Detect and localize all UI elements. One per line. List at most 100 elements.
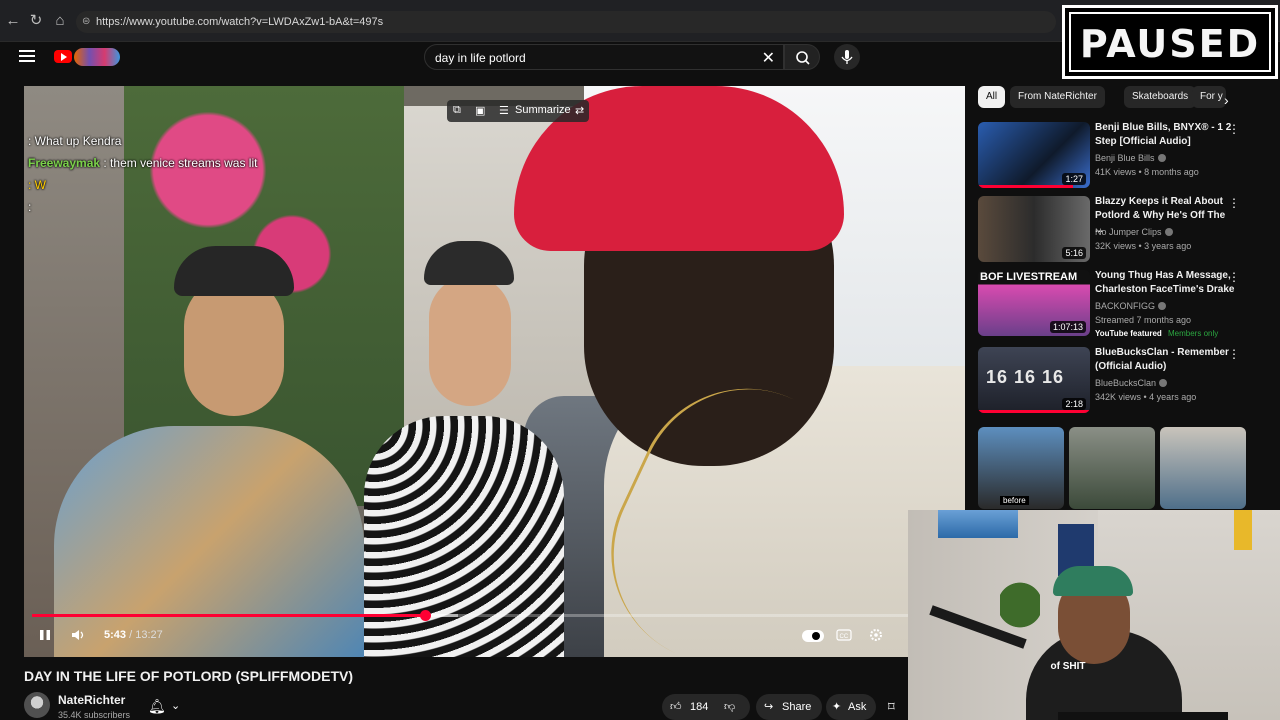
video-thumbnail[interactable]: 1:27 bbox=[978, 122, 1090, 188]
translate-icon[interactable]: ⇄ bbox=[575, 104, 584, 117]
like-count[interactable]: 184 bbox=[690, 694, 708, 720]
chip-all[interactable]: All bbox=[978, 86, 1006, 108]
search-button[interactable] bbox=[784, 44, 820, 70]
doodle-logo bbox=[74, 48, 120, 66]
paused-text: PAUSED bbox=[1079, 22, 1261, 66]
channel-label: No Jumper Clips bbox=[1095, 227, 1162, 237]
channel-label: BlueBucksClan bbox=[1095, 378, 1157, 388]
webcam-bottom-strip bbox=[1058, 712, 1228, 720]
address-bar[interactable]: ⊜ https://www.youtube.com/watch?v=LWDAxZ… bbox=[76, 11, 1056, 33]
wall-poster bbox=[938, 510, 1018, 538]
video-player[interactable]: : What up Kendra Freewaymak : them venic… bbox=[24, 86, 965, 657]
dislike-icon[interactable]: 👎︎ bbox=[724, 694, 735, 720]
duration-badge: 1:27 bbox=[1062, 173, 1086, 185]
recommended-video[interactable]: 5:16 Blazzy Keeps it Real About Potlord … bbox=[978, 196, 1250, 266]
search-icon bbox=[796, 51, 810, 65]
summarize-button[interactable]: Summarize bbox=[515, 104, 571, 116]
recommended-title[interactable]: BlueBucksClan - Remember (Official Audio… bbox=[1095, 346, 1235, 374]
chevron-right-icon[interactable]: › bbox=[1224, 92, 1229, 108]
player-top-actions: ⧉ ▣ ☰ Summarize ⇄ bbox=[447, 100, 589, 122]
video-thumbnail[interactable]: BOF LIVESTREAM 1:07:13 bbox=[978, 270, 1090, 336]
progress-bar[interactable] bbox=[32, 610, 957, 621]
captions-icon[interactable]: CC bbox=[836, 629, 852, 641]
short-thumbnail[interactable]: before bbox=[978, 427, 1064, 509]
youtube-logo[interactable] bbox=[54, 48, 120, 66]
miniplayer-icon[interactable]: ⧉ bbox=[453, 104, 461, 117]
like-icon[interactable]: 👍︎ bbox=[670, 694, 682, 720]
live-chat-overlay: : What up Kendra Freewaymak : them venic… bbox=[28, 130, 257, 218]
back-arrow-icon[interactable]: ← bbox=[4, 12, 22, 30]
clear-search-icon[interactable]: ✕ bbox=[762, 48, 775, 68]
voice-search-button[interactable] bbox=[834, 44, 860, 70]
more-options-icon[interactable]: ⋮ bbox=[1228, 122, 1240, 136]
recommended-meta: 32K views • 3 years ago bbox=[1095, 241, 1192, 251]
watched-bar bbox=[978, 410, 1090, 413]
chat-message: : W bbox=[28, 174, 257, 196]
share-label: Share bbox=[782, 701, 812, 713]
site-info-icon[interactable]: ⊜ bbox=[82, 11, 90, 33]
paused-overlay: PAUSED bbox=[1062, 5, 1278, 79]
duration-badge: 5:16 bbox=[1062, 247, 1086, 259]
ask-button[interactable]: ✦ Ask bbox=[826, 694, 876, 720]
person-left-cap bbox=[174, 246, 294, 296]
shorts-shelf: before bbox=[978, 427, 1248, 509]
search-input[interactable]: day in life potlord bbox=[435, 51, 526, 65]
short-caption: before bbox=[1000, 496, 1029, 505]
recommended-video[interactable]: BOF LIVESTREAM 1:07:13 Young Thug Has A … bbox=[978, 270, 1250, 340]
short-thumbnail[interactable] bbox=[1069, 427, 1155, 509]
chip-skateboards[interactable]: Skateboards bbox=[1124, 86, 1197, 108]
chat-text: : them venice streams was lit bbox=[103, 156, 258, 170]
current-time: 5:43 bbox=[104, 629, 127, 641]
chip-from-channel[interactable]: From NateRichter bbox=[1010, 86, 1105, 108]
summarize-icon[interactable]: ☰ bbox=[499, 104, 509, 117]
duration-badge: 2:18 bbox=[1062, 398, 1086, 410]
screenshot-icon[interactable]: ▣ bbox=[475, 104, 485, 117]
recommended-channel: BlueBucksClan bbox=[1095, 378, 1168, 388]
microphone-icon bbox=[841, 50, 853, 64]
recommended-title[interactable]: Young Thug Has A Message, Charleston Fac… bbox=[1095, 269, 1235, 297]
played-bar bbox=[32, 614, 426, 617]
recommended-video[interactable]: 1:27 Benji Blue Bills, BNYX® - 1 2 Step … bbox=[978, 122, 1250, 192]
bell-icon[interactable]: 🔔︎ bbox=[148, 698, 166, 715]
thumbnail-text: 16 16 16 bbox=[986, 367, 1065, 387]
duration: 13:27 bbox=[135, 629, 163, 641]
address-text: https://www.youtube.com/watch?v=LWDAxZw1… bbox=[96, 16, 384, 28]
channel-name[interactable]: NateRichter bbox=[58, 693, 125, 707]
search-box[interactable]: day in life potlord ✕ bbox=[424, 44, 784, 70]
chat-message: : bbox=[28, 196, 257, 218]
volume-icon[interactable] bbox=[70, 628, 88, 642]
verified-icon bbox=[1158, 302, 1167, 310]
streamer-hat bbox=[1053, 566, 1133, 596]
chevron-down-icon[interactable]: ⌄ bbox=[171, 699, 180, 712]
short-thumbnail[interactable] bbox=[1160, 427, 1246, 509]
time-display: 5:43 / 13:27 bbox=[104, 629, 163, 641]
chat-text: : bbox=[28, 200, 32, 214]
recommended-video[interactable]: 16 16 16 2:18 BlueBucksClan - Remember (… bbox=[978, 347, 1250, 417]
verified-icon bbox=[1157, 154, 1166, 162]
video-thumbnail[interactable]: 16 16 16 2:18 bbox=[978, 347, 1090, 413]
related-filter-chips: All From NateRichter Skateboards For y bbox=[978, 86, 1250, 108]
save-icon[interactable]: ⌑ bbox=[888, 699, 895, 715]
video-thumbnail[interactable]: 5:16 bbox=[978, 196, 1090, 262]
chip-for-you[interactable]: For y bbox=[1192, 86, 1226, 108]
video-title: DAY IN THE LIFE OF POTLORD (SPLIFFMODETV… bbox=[24, 668, 354, 684]
person-middle-head bbox=[429, 276, 511, 406]
share-icon: ↪ bbox=[764, 701, 774, 713]
recommended-meta: 41K views • 8 months ago bbox=[1095, 167, 1199, 177]
subscriber-count: 35.4K subscribers bbox=[58, 710, 131, 720]
channel-label: Benji Blue Bills bbox=[1095, 153, 1155, 163]
reload-icon[interactable]: ↻ bbox=[27, 12, 45, 30]
person-left-shirt bbox=[54, 426, 364, 657]
channel-avatar[interactable] bbox=[24, 692, 50, 718]
share-button[interactable]: ↪ Share bbox=[756, 694, 822, 720]
more-options-icon[interactable]: ⋮ bbox=[1228, 347, 1240, 361]
recommended-title[interactable]: Benji Blue Bills, BNYX® - 1 2 Step [Offi… bbox=[1095, 121, 1235, 149]
settings-icon[interactable] bbox=[868, 627, 884, 643]
pause-icon[interactable] bbox=[38, 628, 52, 642]
more-options-icon[interactable]: ⋮ bbox=[1228, 270, 1240, 284]
person-left-head bbox=[184, 276, 284, 416]
autoplay-toggle[interactable] bbox=[802, 630, 824, 642]
menu-icon[interactable] bbox=[19, 50, 35, 62]
home-icon[interactable]: ⌂ bbox=[51, 12, 69, 30]
more-options-icon[interactable]: ⋮ bbox=[1228, 196, 1240, 210]
